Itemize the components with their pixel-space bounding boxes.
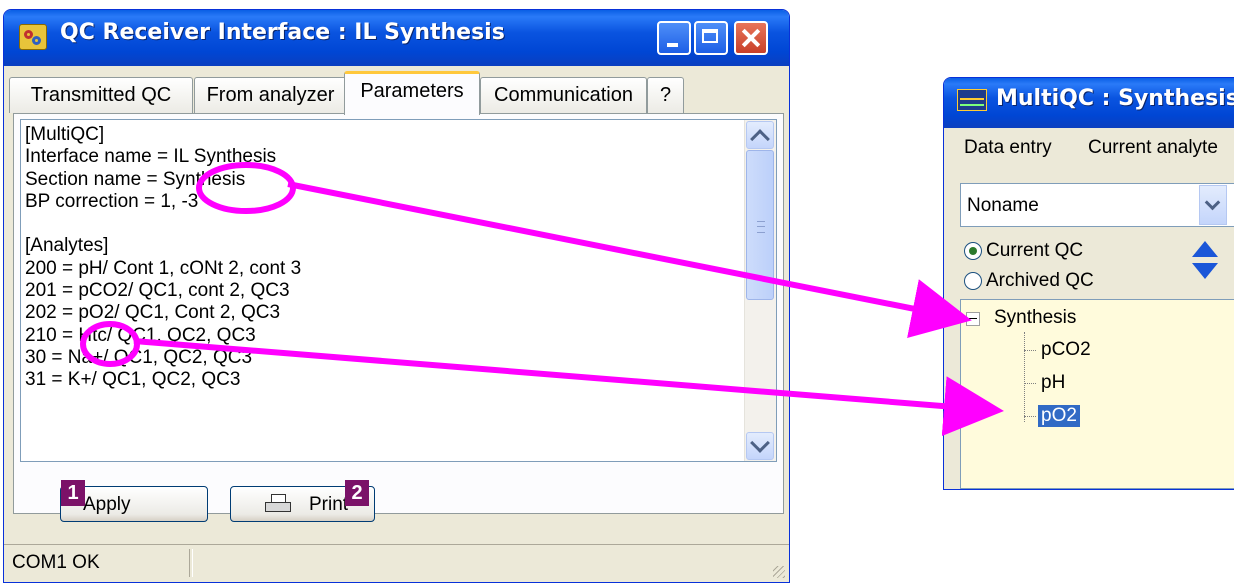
close-button[interactable] xyxy=(734,21,768,55)
tab-help[interactable]: ? xyxy=(647,77,684,113)
tree-node-synthesis[interactable]: Synthesis xyxy=(994,307,1076,329)
scroll-thumb[interactable] xyxy=(746,150,774,300)
tree-node-pco2[interactable]: pCO2 xyxy=(1041,339,1091,361)
profile-select-value: Noname xyxy=(967,195,1039,216)
minimize-button[interactable] xyxy=(657,21,691,55)
print-label: Print xyxy=(309,494,349,515)
tree-node-po2[interactable]: pO2 xyxy=(1038,405,1080,427)
menu-data-entry[interactable]: Data entry xyxy=(964,137,1052,159)
status-bar: COM1 OK xyxy=(4,544,789,582)
vertical-scrollbar[interactable] xyxy=(744,120,776,461)
radio-archived-qc-dot xyxy=(964,272,982,290)
scroll-up-button[interactable] xyxy=(746,121,774,149)
menu-bar: Data entry Current analyte xyxy=(944,128,1234,168)
menu-current-analyte[interactable]: Current analyte xyxy=(1088,137,1218,159)
tree-branch xyxy=(1024,383,1036,384)
title-bar[interactable]: QC Receiver Interface : IL Synthesis xyxy=(4,10,789,66)
chevron-down-icon[interactable] xyxy=(1199,185,1227,225)
tree-branch xyxy=(1024,416,1036,417)
multiqc-title-bar[interactable]: MultiQC : Synthesis xyxy=(944,78,1234,128)
tree-line xyxy=(1024,332,1025,422)
radio-archived-qc-label: Archived QC xyxy=(986,270,1094,291)
resize-grip-icon[interactable] xyxy=(773,566,785,578)
tab-from-analyzer[interactable]: From analyzer xyxy=(194,77,347,113)
maximize-button[interactable] xyxy=(694,21,728,55)
status-separator xyxy=(189,549,193,577)
tree-node-ph[interactable]: pH xyxy=(1041,372,1065,394)
tab-transmitted-qc[interactable]: Transmitted QC xyxy=(9,77,193,113)
callout-badge-2: 2 xyxy=(345,480,369,506)
radio-current-qc-dot xyxy=(964,242,982,260)
parameters-text: [MultiQC] Interface name = IL Synthesis … xyxy=(25,124,302,391)
profile-select[interactable]: Noname xyxy=(960,183,1234,227)
tab-communication[interactable]: Communication xyxy=(480,77,647,113)
up-down-arrows-icon[interactable] xyxy=(1192,241,1218,285)
tree-branch xyxy=(1024,350,1036,351)
multiqc-app-icon xyxy=(957,89,987,111)
qc-receiver-window: QC Receiver Interface : IL Synthesis Tra… xyxy=(3,9,790,583)
printer-icon xyxy=(265,494,291,514)
analyte-tree[interactable]: Synthesis pCO2 pH pO2 xyxy=(960,299,1234,489)
parameters-textarea[interactable]: [MultiQC] Interface name = IL Synthesis … xyxy=(20,119,777,462)
tab-parameters[interactable]: Parameters xyxy=(344,71,480,115)
status-text: COM1 OK xyxy=(12,552,100,573)
scroll-down-button[interactable] xyxy=(746,432,774,460)
radio-current-qc-label: Current QC xyxy=(986,240,1084,261)
collapse-icon[interactable] xyxy=(966,312,980,326)
multiqc-window-title: MultiQC : Synthesis xyxy=(996,86,1234,111)
multiqc-window: MultiQC : Synthesis Data entry Current a… xyxy=(943,77,1234,490)
apply-label: Apply xyxy=(83,494,131,515)
app-icon xyxy=(19,24,47,50)
callout-badge-1: 1 xyxy=(61,480,85,506)
window-title: QC Receiver Interface : IL Synthesis xyxy=(60,20,505,45)
